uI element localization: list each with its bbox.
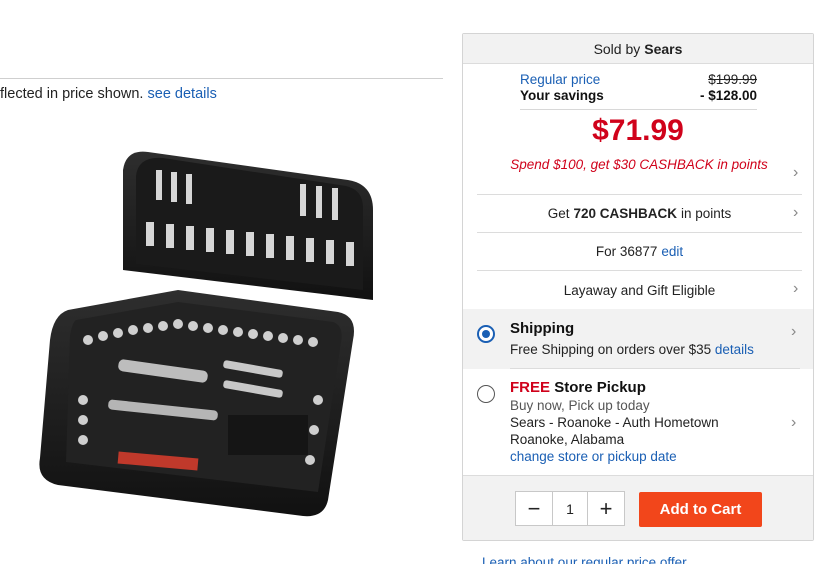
shipping-details-link[interactable]: details bbox=[715, 342, 754, 357]
regular-price-label[interactable]: Regular price bbox=[520, 72, 600, 87]
cashback-points-row[interactable]: Get 720 CASHBACK in points bbox=[477, 194, 802, 232]
pickup-title-text: Store Pickup bbox=[554, 379, 646, 396]
divider bbox=[0, 78, 443, 79]
divider bbox=[510, 368, 800, 369]
savings-label: Your savings bbox=[520, 88, 604, 103]
store-pickup-radio[interactable] bbox=[477, 385, 495, 403]
minus-icon[interactable]: − bbox=[516, 492, 552, 525]
regular-price-value: $199.99 bbox=[708, 72, 757, 87]
savings-value: - $128.00 bbox=[699, 88, 757, 103]
chevron-right-icon[interactable]: › bbox=[791, 414, 796, 432]
zip-label: For 36877 bbox=[595, 244, 658, 259]
buy-box: Sold by Sears Regular price $199.99 Your… bbox=[462, 33, 814, 541]
cashback-get-label: Get bbox=[547, 206, 570, 221]
chevron-right-icon[interactable]: › bbox=[793, 280, 798, 298]
cashback-promo[interactable]: Spend $100, get $30 CASHBACK in points bbox=[463, 157, 813, 172]
price-note: flected in price shown. see details bbox=[0, 86, 217, 102]
sale-price: $71.99 bbox=[592, 114, 684, 147]
chevron-right-icon[interactable]: › bbox=[791, 323, 796, 341]
zip-edit-link[interactable]: edit bbox=[661, 244, 683, 259]
zip-row: For 36877 edit bbox=[477, 232, 802, 270]
see-details-link[interactable]: see details bbox=[148, 86, 217, 102]
shipping-subtitle: Free Shipping on orders over $35 details bbox=[510, 342, 754, 357]
cart-bar: − 1 + Add to Cart bbox=[463, 475, 813, 540]
pickup-city: Roanoke, Alabama bbox=[510, 432, 625, 447]
shipping-option[interactable]: Shipping Free Shipping on orders over $3… bbox=[463, 309, 813, 369]
product-image bbox=[39, 151, 373, 517]
change-store-link[interactable]: change store or pickup date bbox=[510, 449, 677, 464]
quantity-stepper: − 1 + bbox=[515, 491, 625, 526]
layaway-row[interactable]: Layaway and Gift Eligible bbox=[477, 270, 802, 309]
sold-by-label: Sold by bbox=[593, 40, 641, 57]
sold-by-header: Sold by Sears bbox=[463, 34, 813, 64]
price-block: Regular price $199.99 Your savings - $12… bbox=[463, 64, 813, 175]
chevron-right-icon[interactable]: › bbox=[793, 164, 798, 182]
cashback-suffix: in points bbox=[681, 206, 732, 221]
quantity-input[interactable]: 1 bbox=[552, 492, 588, 525]
pickup-store: Sears - Roanoke - Auth Hometown bbox=[510, 415, 719, 430]
pickup-free-label: FREE bbox=[510, 379, 551, 396]
shipping-title: Shipping bbox=[510, 320, 575, 337]
store-pickup-title: FREE Store Pickup bbox=[510, 379, 646, 396]
divider bbox=[520, 109, 757, 110]
layaway-label: Layaway and Gift Eligible bbox=[563, 282, 716, 298]
pickup-availability: Buy now, Pick up today bbox=[510, 398, 650, 413]
seller-name: Sears bbox=[644, 40, 683, 57]
plus-icon[interactable]: + bbox=[588, 492, 624, 525]
shipping-radio[interactable] bbox=[477, 325, 495, 343]
chevron-right-icon[interactable]: › bbox=[793, 204, 798, 222]
shipping-subtitle-text: Free Shipping on orders over $35 bbox=[510, 342, 712, 357]
price-note-text: flected in price shown. bbox=[0, 86, 144, 102]
cashback-amount: 720 CASHBACK bbox=[573, 206, 677, 221]
learn-regular-price-link[interactable]: Learn about our regular price offer bbox=[482, 555, 687, 564]
add-to-cart-button[interactable]: Add to Cart bbox=[639, 492, 762, 527]
